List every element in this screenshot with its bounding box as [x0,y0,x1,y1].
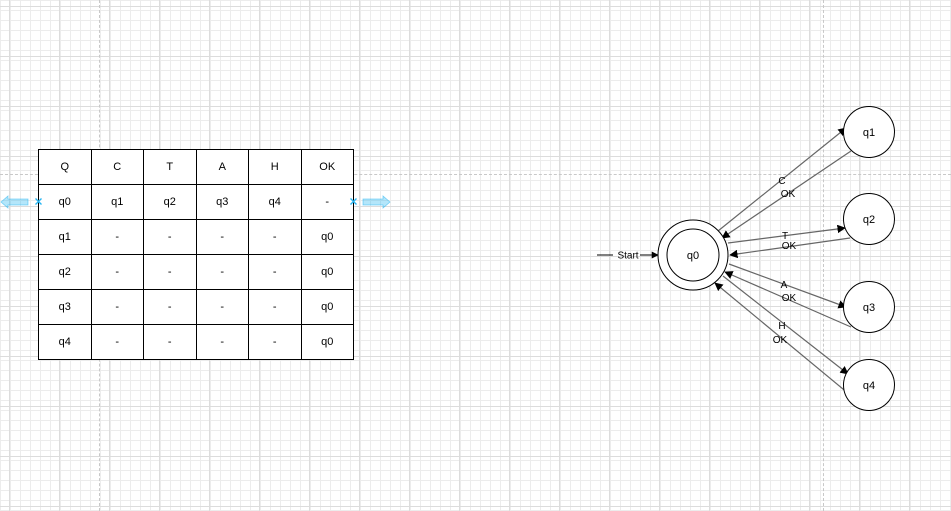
edge-label: H [778,321,785,332]
state-diagram: Start C OK T OK A OK H OK q0 q1 q2 q3 q4 [597,106,895,411]
start-label: Start [617,251,638,262]
edge-label: OK [781,189,796,200]
state-label: q3 [863,302,875,314]
state-q2[interactable]: q2 [843,193,895,245]
edge-label: OK [773,335,788,346]
state-label: q1 [863,127,875,139]
edge-label: C [778,176,785,187]
state-q0[interactable]: q0 [657,219,729,291]
state-q1[interactable]: q1 [843,106,895,158]
state-q3[interactable]: q3 [843,281,895,333]
state-label: q2 [863,214,875,226]
state-q4[interactable]: q4 [843,359,895,411]
edge-label: OK [782,293,797,304]
edge-label: A [781,280,788,291]
state-label: q4 [863,380,875,392]
edge-label: OK [782,241,797,252]
state-label: q0 [687,250,699,262]
